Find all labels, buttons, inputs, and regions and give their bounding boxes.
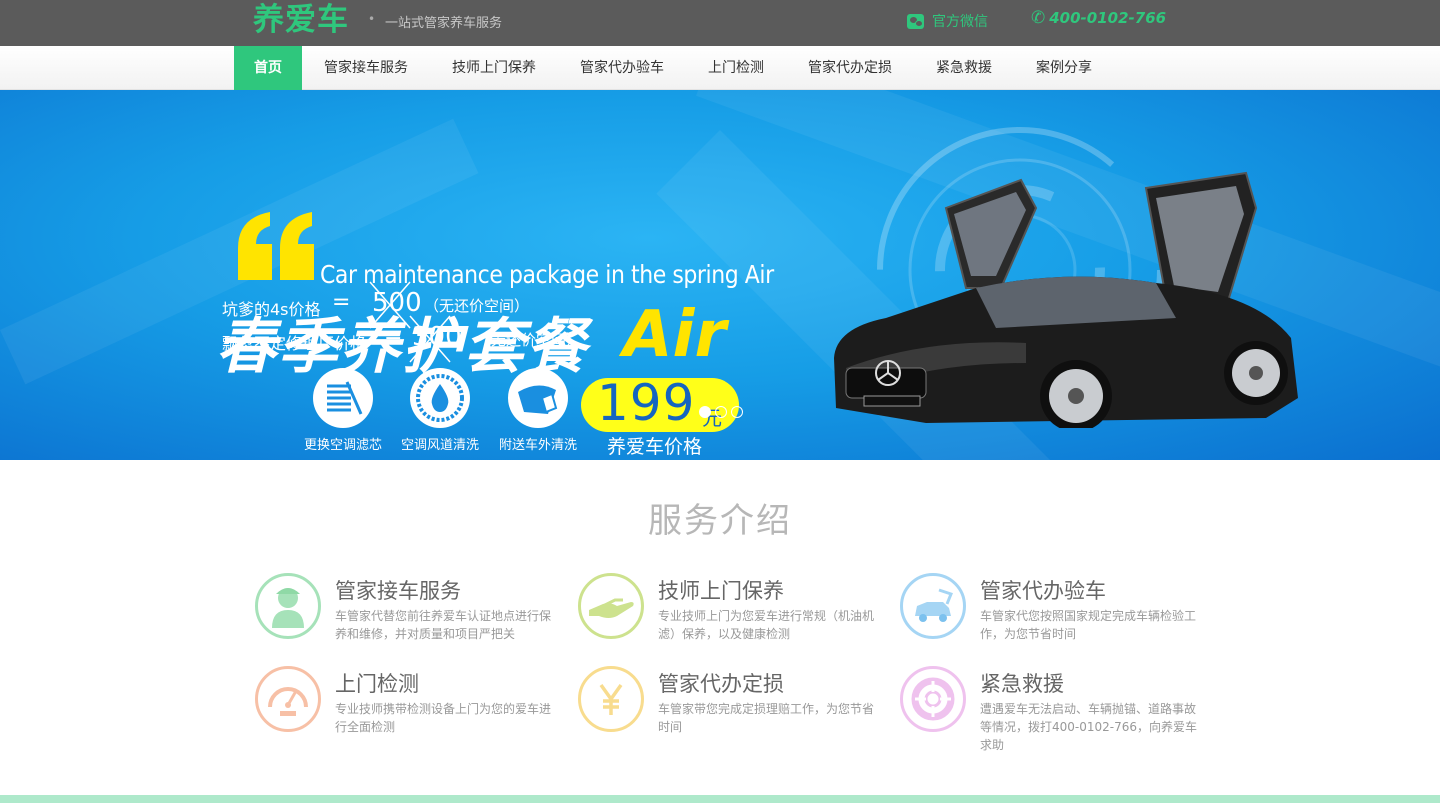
quote-mark-icon (238, 212, 314, 280)
service-description: 专业技师上门为您爱车进行常规（机油机滤）保养，以及健康检测 (658, 609, 875, 641)
hand-service-icon (578, 573, 644, 639)
nav-item-inspection[interactable]: 管家代办验车 (558, 46, 686, 90)
strike-cross-icon (369, 281, 411, 329)
service-title: 管家代办验车 (980, 579, 1106, 603)
water-drop-icon (410, 368, 470, 428)
price-shop-note: （无还价空间） (476, 331, 582, 349)
service-title: 技师上门保养 (658, 579, 784, 603)
hero-banner[interactable]: Car maintenance package in the spring Ai… (0, 90, 1440, 460)
feature-filter: 更换空调滤芯 (293, 368, 393, 453)
feature-duct-clean: 空调风道清洗 (390, 368, 490, 453)
car-wash-icon (508, 368, 568, 428)
slide-dot-2[interactable] (715, 406, 727, 418)
butler-icon (255, 573, 321, 639)
service-inspection[interactable]: 管家代办验车 车管家代您按照国家规定完成车辆检验工作，为您节省时间 (900, 573, 1220, 663)
slide-indicators (699, 406, 743, 418)
price-shop-label: 飘忽不定修理厂价格 (222, 334, 367, 353)
nav-item-pickup[interactable]: 管家接车服务 (302, 46, 430, 90)
service-title: 管家接车服务 (335, 579, 461, 603)
service-damage-assessment[interactable]: 管家代办定损 车管家带您完成定损理赔工作，为您节省时间 (578, 666, 898, 756)
slide-dot-1[interactable] (699, 406, 711, 418)
hotline-number: 400-0102-766 (1049, 9, 1167, 27)
nav-item-onsite-check[interactable]: 上门检测 (686, 46, 786, 90)
nav-item-cases[interactable]: 案例分享 (1014, 46, 1114, 90)
lifebuoy-icon (900, 666, 966, 732)
service-title: 上门检测 (335, 672, 419, 696)
price-4s-equals: = (332, 290, 351, 315)
price-new-value: 199 (597, 374, 696, 432)
filter-icon (313, 368, 373, 428)
service-description: 遭遇爱车无法启动、车辆抛锚、道路事故等情况，拨打400-0102-766，向养爱… (980, 702, 1198, 752)
service-title: 管家代办定损 (658, 672, 784, 696)
slide-dot-3[interactable] (731, 406, 743, 418)
wechat-label: 官方微信 (932, 14, 988, 30)
logo-separator: • (368, 12, 376, 26)
feature-label: 附送车外清洗 (498, 438, 577, 453)
site-logo[interactable]: 养爱车 (253, 0, 349, 40)
service-onsite-check[interactable]: 上门检测 专业技师携带检测设备上门为您的爱车进行全面检测 (255, 666, 575, 756)
service-title: 紧急救援 (980, 672, 1064, 696)
price-4s-label: 坑爹的4s价格 (222, 300, 321, 319)
top-bar: 养爱车 • 一站式管家养车服务 官方微信 ✆ 400-0102-766 (0, 0, 1440, 46)
nav-item-rescue[interactable]: 紧急救援 (914, 46, 1014, 90)
yen-icon (578, 666, 644, 732)
service-description: 车管家代您按照国家规定完成车辆检验工作，为您节省时间 (980, 609, 1197, 641)
gauge-icon (255, 666, 321, 732)
price-shop-equals: = (384, 324, 403, 349)
banner-title-air: Air (623, 298, 727, 372)
car-inspection-icon (900, 573, 966, 639)
wechat-link[interactable]: 官方微信 (907, 10, 988, 32)
service-description: 车管家带您完成定损理赔工作，为您节省时间 (658, 702, 875, 734)
feature-car-wash: 附送车外清洗 (488, 368, 588, 453)
phone-icon: ✆ (1031, 8, 1046, 28)
service-description: 车管家代替您前往养爱车认证地点进行保养和维修，并对质量和项目严把关 (335, 609, 552, 641)
nav-item-damage-assessment[interactable]: 管家代办定损 (786, 46, 914, 90)
price-4s-note: （无还价空间） (424, 297, 530, 315)
feature-label: 更换空调滤芯 (303, 438, 382, 453)
service-onsite-maintenance[interactable]: 技师上门保养 专业技师上门为您爱车进行常规（机油机滤）保养，以及健康检测 (578, 573, 898, 663)
hotline: ✆ 400-0102-766 (1031, 6, 1166, 30)
site-slogan: 一站式管家养车服务 (385, 16, 503, 31)
nav-item-home[interactable]: 首页 (234, 46, 302, 90)
service-description: 专业技师携带检测设备上门为您的爱车进行全面检测 (335, 702, 552, 734)
service-rescue[interactable]: 紧急救援 遭遇爱车无法启动、车辆抛锚、道路事故等情况，拨打400-0102-76… (900, 666, 1220, 756)
service-pickup[interactable]: 管家接车服务 车管家代替您前往养爱车认证地点进行保养和维修，并对质量和项目严把关 (255, 573, 575, 663)
feature-label: 空调风道清洗 (400, 438, 479, 453)
main-nav: 首页 管家接车服务 技师上门保养 管家代办验车 上门检测 管家代办定损 紧急救援… (0, 46, 1440, 90)
wechat-icon (907, 13, 924, 29)
car-image (834, 171, 1298, 428)
footer-strip (0, 795, 1440, 803)
nav-item-onsite-maintenance[interactable]: 技师上门保养 (430, 46, 558, 90)
strike-cross-icon (409, 315, 451, 363)
price-caption: 养爱车价格 (607, 436, 703, 458)
services-title: 服务介绍 (648, 501, 792, 541)
